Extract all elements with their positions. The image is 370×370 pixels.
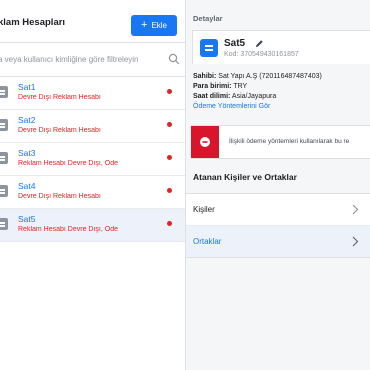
assigned-item-label: Kişiler	[193, 205, 215, 214]
account-status: Reklam Hesabı Devre Dışı, Öde	[18, 160, 118, 167]
account-list-item[interactable]: Sat2 Devre Dışı Reklam Hesabı	[0, 110, 185, 143]
currency-value: TRY	[233, 83, 248, 90]
account-list-item[interactable]: Sat4 Devre Dışı Reklam Hesabı	[0, 176, 185, 209]
account-title: Sat5	[224, 38, 246, 49]
owner-label: Sahibi:	[193, 73, 217, 80]
account-name: Sat4	[18, 181, 36, 191]
filter-input[interactable]: a veya kullanıcı kimliğine göre filtrele…	[0, 42, 185, 77]
owner-value: Sat Yapı A.Ş (720116487487403)	[218, 73, 322, 80]
ad-account-icon	[200, 39, 218, 57]
error-message: İlişkili ödeme yöntemleri kullanılarak b…	[229, 138, 350, 145]
ad-account-icon	[0, 218, 8, 230]
account-list-item[interactable]: Sat1 Devre Dışı Reklam Hesabı	[0, 77, 185, 110]
account-status: Devre Dışı Reklam Hesabı	[18, 127, 101, 134]
ad-account-icon	[0, 119, 8, 131]
ad-account-icon	[0, 86, 8, 98]
account-list-item[interactable]: Sat3 Reklam Hesabı Devre Dışı, Öde	[0, 143, 185, 176]
account-status: Devre Dışı Reklam Hesabı	[18, 193, 101, 200]
error-icon	[200, 137, 210, 147]
ad-account-icon	[0, 152, 8, 164]
search-icon	[168, 53, 180, 65]
details-section-label: Detaylar	[193, 14, 223, 23]
account-name: Sat5	[18, 214, 36, 224]
assigned-item-partners[interactable]: Ortaklar	[186, 226, 370, 257]
currency-row: Para birimi: TRY	[193, 82, 322, 92]
assigned-item-people[interactable]: Kişiler	[186, 194, 370, 226]
assigned-section-title: Atanan Kişiler ve Ortaklar	[193, 172, 297, 182]
add-button-label: Ekle	[151, 21, 167, 30]
account-status: Reklam Hesabı Devre Dışı, Öde	[18, 226, 118, 233]
ad-accounts-header: klam Hesapları + Ekle	[0, 0, 185, 43]
account-name: Sat1	[18, 82, 36, 92]
error-dot-icon	[167, 89, 172, 94]
error-dot-icon	[167, 188, 172, 193]
plus-icon: +	[141, 19, 148, 31]
assigned-list: Kişiler Ortaklar	[186, 193, 370, 258]
account-list-item-selected[interactable]: Sat5 Reklam Hesabı Devre Dışı, Öde	[0, 209, 185, 242]
account-summary-card: Sat5 Kod: 370549430161857	[192, 30, 370, 64]
payment-methods-link[interactable]: Ödeme Yöntemlerini Gör	[193, 102, 322, 112]
ad-account-icon	[0, 185, 8, 197]
timezone-row: Saat dilimi: Asia/Jayapura	[193, 92, 322, 102]
account-info: Sahibi: Sat Yapı A.Ş (720116487487403) P…	[193, 72, 322, 112]
pencil-icon[interactable]	[255, 39, 264, 48]
code-value: 370549430161857	[240, 51, 299, 58]
error-dot-icon	[167, 122, 172, 127]
ad-accounts-panel: klam Hesapları + Ekle a veya kullanıcı k…	[0, 0, 186, 370]
timezone-label: Saat dilimi:	[193, 93, 231, 100]
account-name: Sat3	[18, 148, 36, 158]
panel-title: klam Hesapları	[0, 17, 66, 28]
error-dot-icon	[167, 155, 172, 160]
chevron-right-icon	[352, 236, 359, 247]
timezone-value: Asia/Jayapura	[231, 93, 277, 100]
currency-label: Para birimi:	[193, 83, 232, 90]
add-button[interactable]: + Ekle	[131, 15, 177, 36]
error-strip	[191, 126, 219, 158]
assigned-item-label: Ortaklar	[193, 237, 222, 246]
error-dot-icon	[167, 221, 172, 226]
account-status: Devre Dışı Reklam Hesabı	[18, 94, 101, 101]
account-name: Sat2	[18, 115, 36, 125]
owner-row: Sahibi: Sat Yapı A.Ş (720116487487403)	[193, 72, 322, 82]
details-panel: Detaylar Sat5 Kod: 370549430161857 Sahib…	[186, 0, 370, 370]
chevron-right-icon	[352, 204, 359, 215]
code-label: Kod:	[224, 51, 239, 58]
account-code: Kod: 370549430161857	[224, 51, 299, 58]
filter-placeholder: a veya kullanıcı kimliğine göre filtrele…	[0, 55, 139, 64]
error-banner: İlişkili ödeme yöntemleri kullanılarak b…	[191, 125, 370, 159]
